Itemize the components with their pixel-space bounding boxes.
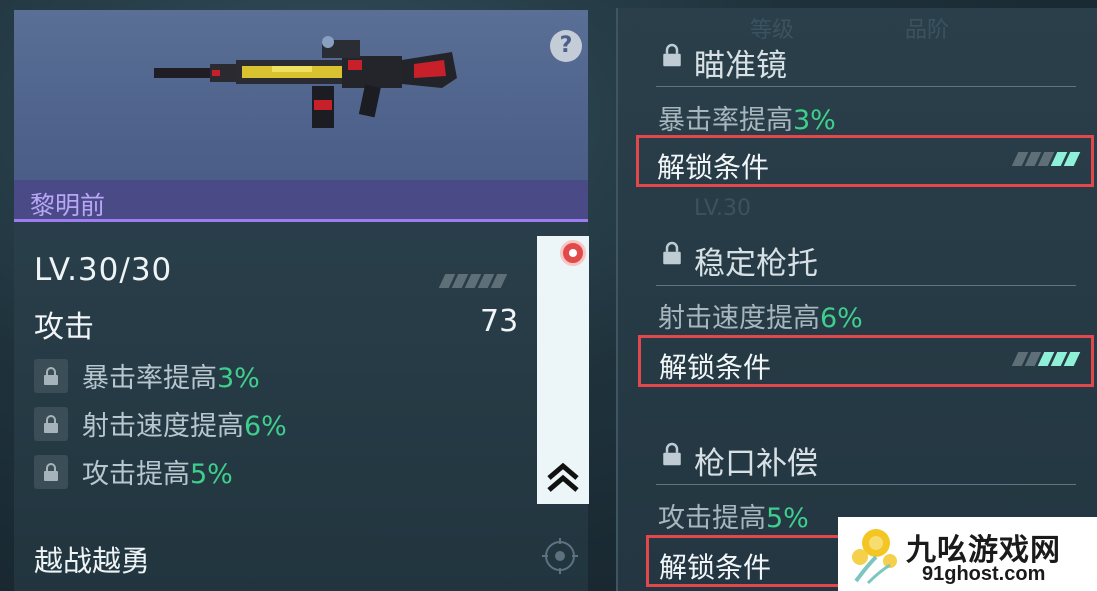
unlock-condition-row[interactable]: 解锁条件 [636, 135, 1094, 187]
unlock-label: 解锁条件 [659, 551, 772, 584]
lock-icon [663, 241, 681, 265]
attachment-title: 瞄准镜 [694, 48, 787, 84]
weapon-stats: LV.30/30 攻击 73 暴击率提高3% 射击速度提高6% 攻击提高5% [14, 222, 534, 522]
perk-row: 射击速度提高6% [34, 404, 287, 443]
perk-row: 攻击提高5% [34, 452, 233, 491]
dandelion-logo-icon [852, 529, 897, 585]
unlock-progress-stripes [1011, 352, 1081, 366]
weapon-skill-name[interactable]: 越战越勇 [34, 538, 150, 580]
lock-icon [663, 43, 681, 67]
divider [656, 285, 1076, 286]
target-icon[interactable] [542, 538, 578, 574]
unlock-label: 解锁条件 [659, 351, 772, 384]
attachment-desc: 射击速度提高6% [658, 303, 863, 334]
notification-dot-icon [560, 240, 586, 266]
unlock-progress-stripes [1011, 152, 1081, 166]
attachment-title: 稳定枪托 [694, 246, 818, 282]
weapon-level: LV.30/30 [34, 252, 173, 288]
divider [656, 86, 1076, 87]
attachment-desc: 暴击率提高3% [658, 105, 836, 136]
double-chevron-up-icon[interactable] [545, 460, 581, 494]
attachment-title: 枪口补偿 [694, 446, 818, 482]
watermark-url: 91ghost.com [922, 563, 1046, 585]
weapon-name: 黎明前 [30, 191, 106, 220]
site-watermark: 九吆游戏网 91ghost.com [838, 517, 1097, 591]
level-progress-stripes [438, 274, 508, 288]
rifle-image [154, 36, 457, 128]
lock-icon [663, 442, 681, 466]
weapon-detail-panel: ? 黎明前 LV.30/30 攻击 73 暴击率提高3% 射击速度提高6% 攻击… [14, 10, 588, 591]
weapon-name-bar: 黎明前 [14, 180, 588, 222]
ghost-tab-label: 品阶 [905, 18, 950, 43]
attachment-desc: 攻击提高5% [658, 503, 809, 534]
perk-label: 射击速度提高6% [82, 411, 287, 442]
attack-label: 攻击 [34, 310, 94, 345]
attack-value: 73 [480, 304, 519, 339]
lock-icon [34, 358, 68, 393]
lock-icon [34, 454, 68, 489]
divider [656, 484, 1076, 485]
unlock-condition-row[interactable]: 解锁条件 [638, 335, 1094, 387]
unlock-condition-row[interactable]: 解锁条件 [646, 535, 846, 587]
ghost-level-label: LV.30 [694, 196, 752, 221]
lock-icon [34, 406, 68, 441]
perk-label: 攻击提高5% [82, 459, 233, 490]
unlock-label: 解锁条件 [657, 151, 770, 184]
help-icon[interactable]: ? [550, 30, 582, 62]
perk-label: 暴击率提高3% [82, 363, 260, 394]
perk-row: 暴击率提高3% [34, 356, 260, 395]
